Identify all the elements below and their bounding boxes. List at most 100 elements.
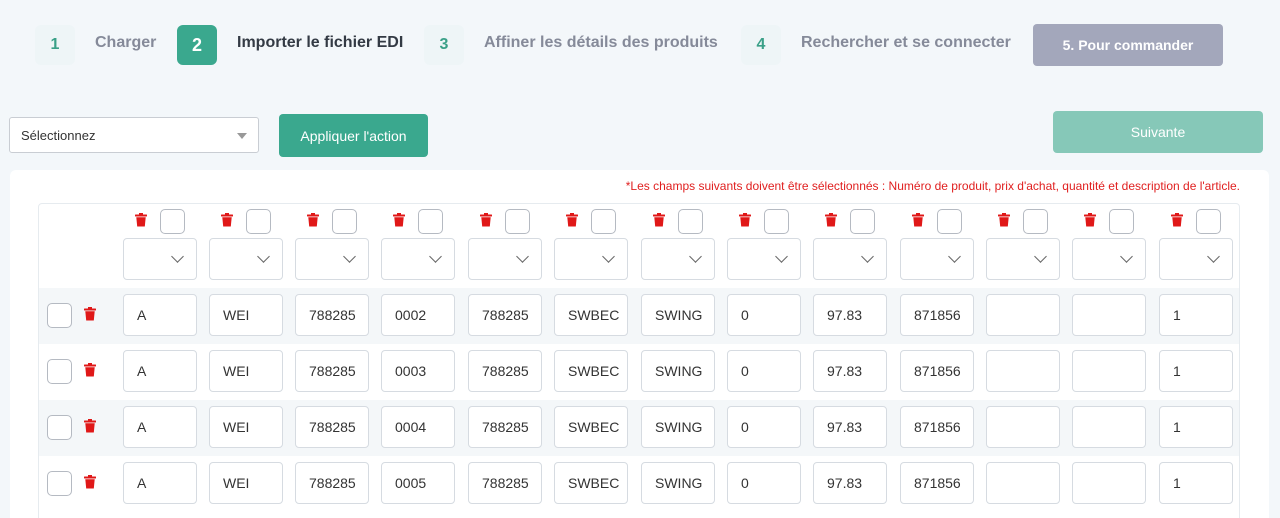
cell-input[interactable]: 0003	[381, 350, 455, 392]
column-field-select[interactable]	[727, 238, 801, 280]
trash-icon[interactable]	[912, 213, 924, 227]
cell-input[interactable]: 788285	[468, 406, 542, 448]
next-button[interactable]: Suivante	[1053, 111, 1263, 153]
step-5-button[interactable]: 5. Pour commander	[1033, 24, 1223, 66]
column-field-select[interactable]	[468, 238, 542, 280]
action-select[interactable]: Sélectionnez	[9, 117, 259, 153]
trash-icon[interactable]	[221, 213, 233, 227]
step-3-number[interactable]: 3	[424, 25, 464, 65]
column-checkbox[interactable]	[1023, 209, 1048, 234]
column-checkbox[interactable]	[764, 209, 789, 234]
row-checkbox[interactable]	[47, 471, 72, 496]
cell-input[interactable]: WEI	[209, 406, 283, 448]
cell-input[interactable]: WEI	[209, 462, 283, 504]
trash-icon[interactable]	[480, 213, 492, 227]
cell-input[interactable]: 788285	[295, 462, 369, 504]
cell-input[interactable]: WEI	[209, 350, 283, 392]
trash-icon[interactable]	[135, 213, 147, 227]
row-checkbox[interactable]	[47, 303, 72, 328]
cell-input[interactable]: 97.83	[813, 406, 887, 448]
trash-icon[interactable]	[84, 419, 96, 433]
column-field-select[interactable]	[641, 238, 715, 280]
trash-icon[interactable]	[393, 213, 405, 227]
cell-input[interactable]: 0	[727, 406, 801, 448]
row-checkbox[interactable]	[47, 415, 72, 440]
row-checkbox[interactable]	[47, 359, 72, 384]
trash-icon[interactable]	[307, 213, 319, 227]
column-checkbox[interactable]	[1196, 209, 1221, 234]
trash-icon[interactable]	[84, 475, 96, 489]
cell-input[interactable]: A	[123, 294, 197, 336]
column-field-select[interactable]	[1159, 238, 1233, 280]
cell-input[interactable]	[1072, 294, 1146, 336]
trash-icon[interactable]	[653, 213, 665, 227]
cell-input[interactable]: 0	[727, 350, 801, 392]
cell-input[interactable]: A	[123, 350, 197, 392]
column-field-select[interactable]	[900, 238, 974, 280]
cell-input[interactable]: 871856	[900, 462, 974, 504]
cell-input[interactable]: 1	[1159, 406, 1233, 448]
column-checkbox[interactable]	[505, 209, 530, 234]
cell-input[interactable]: 0004	[381, 406, 455, 448]
cell-input[interactable]: 97.83	[813, 294, 887, 336]
column-checkbox[interactable]	[246, 209, 271, 234]
column-checkbox[interactable]	[1109, 209, 1134, 234]
cell-input[interactable]: 871856	[900, 350, 974, 392]
trash-icon[interactable]	[566, 213, 578, 227]
cell-input[interactable]	[986, 462, 1060, 504]
cell-input[interactable]: 0	[727, 294, 801, 336]
step-4-label[interactable]: Rechercher et se connecter	[801, 34, 1011, 52]
column-checkbox[interactable]	[937, 209, 962, 234]
cell-input[interactable]: 788285	[295, 406, 369, 448]
cell-input[interactable]: 788285	[295, 350, 369, 392]
trash-icon[interactable]	[998, 213, 1010, 227]
column-checkbox[interactable]	[418, 209, 443, 234]
cell-input[interactable]: 0002	[381, 294, 455, 336]
cell-input[interactable]: SWBEC	[554, 294, 628, 336]
step-1-label[interactable]: Charger	[95, 34, 156, 52]
cell-input[interactable]: 788285	[468, 294, 542, 336]
cell-input[interactable]	[1072, 350, 1146, 392]
cell-input[interactable]	[1072, 406, 1146, 448]
column-field-select[interactable]	[295, 238, 369, 280]
cell-input[interactable]	[986, 350, 1060, 392]
step-2-number[interactable]: 2	[177, 25, 217, 65]
cell-input[interactable]: WEI	[209, 294, 283, 336]
step-3-label[interactable]: Affiner les détails des produits	[484, 34, 718, 52]
column-field-select[interactable]	[209, 238, 283, 280]
trash-icon[interactable]	[84, 307, 96, 321]
column-checkbox[interactable]	[160, 209, 185, 234]
cell-input[interactable]: SWBEC	[554, 350, 628, 392]
cell-input[interactable]: SWING	[641, 406, 715, 448]
cell-input[interactable]: 97.83	[813, 350, 887, 392]
cell-input[interactable]: SWING	[641, 294, 715, 336]
column-field-select[interactable]	[813, 238, 887, 280]
column-field-select[interactable]	[123, 238, 197, 280]
cell-input[interactable]: 97.83	[813, 462, 887, 504]
column-field-select[interactable]	[986, 238, 1060, 280]
cell-input[interactable]: 871856	[900, 294, 974, 336]
cell-input[interactable]: 871856	[900, 406, 974, 448]
cell-input[interactable]: 0005	[381, 462, 455, 504]
step-4-number[interactable]: 4	[741, 25, 781, 65]
cell-input[interactable]: 788285	[468, 462, 542, 504]
column-field-select[interactable]	[554, 238, 628, 280]
cell-input[interactable]: A	[123, 406, 197, 448]
column-checkbox[interactable]	[591, 209, 616, 234]
cell-input[interactable]: 788285	[295, 294, 369, 336]
column-checkbox[interactable]	[678, 209, 703, 234]
column-checkbox[interactable]	[850, 209, 875, 234]
cell-input[interactable]: 1	[1159, 350, 1233, 392]
trash-icon[interactable]	[1171, 213, 1183, 227]
cell-input[interactable]: 0	[727, 462, 801, 504]
step-1-number[interactable]: 1	[35, 25, 75, 65]
cell-input[interactable]: SWBEC	[554, 406, 628, 448]
column-field-select[interactable]	[381, 238, 455, 280]
cell-input[interactable]: 788285	[468, 350, 542, 392]
cell-input[interactable]	[986, 406, 1060, 448]
trash-icon[interactable]	[84, 363, 96, 377]
column-checkbox[interactable]	[332, 209, 357, 234]
apply-action-button[interactable]: Appliquer l'action	[279, 114, 428, 157]
trash-icon[interactable]	[825, 213, 837, 227]
cell-input[interactable]: 1	[1159, 462, 1233, 504]
